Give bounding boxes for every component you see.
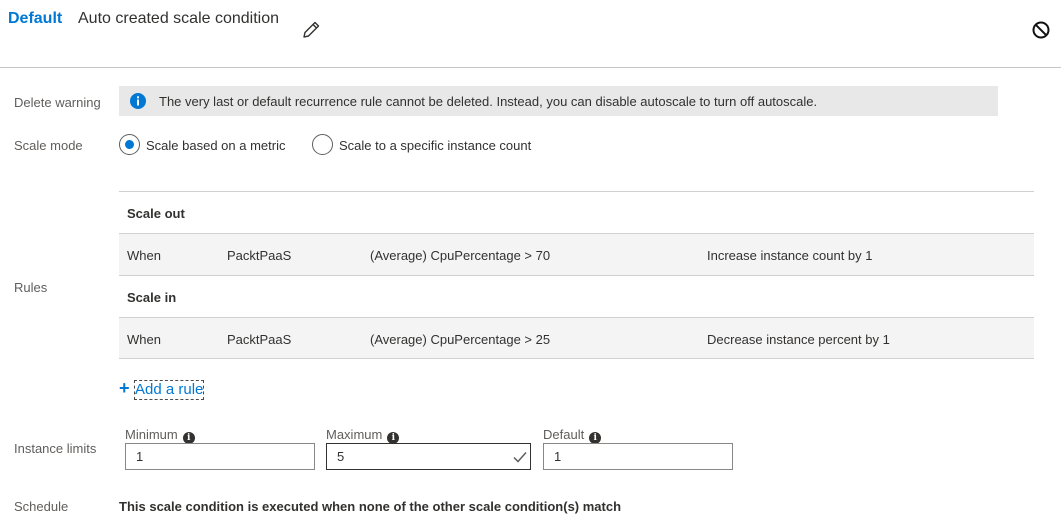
rule-resource: PacktPaaS <box>227 248 292 263</box>
scale-mode-option-label: Scale to a specific instance count <box>339 138 532 153</box>
circle-slash-icon[interactable] <box>1030 19 1052 41</box>
maximum-input[interactable] <box>326 443 531 470</box>
delete-warning-text: The very last or default recurrence rule… <box>159 94 818 109</box>
scale-condition-header: Default Auto created scale condition <box>0 0 1061 68</box>
scale-mode-instance-count-radio[interactable]: Scale to a specific instance count <box>312 133 562 157</box>
default-label: Default <box>543 427 585 442</box>
rule-row[interactable]: When PacktPaaS (Average) CpuPercentage >… <box>119 233 1034 275</box>
radio-unselected-icon <box>312 134 333 155</box>
rule-group-title: Scale out <box>127 206 185 221</box>
instance-limits-label: Instance limits <box>14 441 97 456</box>
default-input[interactable] <box>543 443 733 470</box>
rule-condition: (Average) CpuPercentage > 70 <box>370 248 551 263</box>
pencil-icon[interactable] <box>300 19 322 41</box>
minimum-input[interactable] <box>125 443 315 470</box>
rules-table: Scale out When PacktPaaS (Average) CpuPe… <box>119 191 1034 359</box>
rule-action: Decrease instance percent by 1 <box>707 332 890 347</box>
scale-mode-metric-radio[interactable]: Scale based on a metric <box>119 133 309 157</box>
rule-when: When <box>127 248 161 263</box>
delete-warning-banner: The very last or default recurrence rule… <box>119 86 998 116</box>
rule-condition: (Average) CpuPercentage > 25 <box>370 332 551 347</box>
rule-resource: PacktPaaS <box>227 332 292 347</box>
scale-mode-option-label: Scale based on a metric <box>146 138 286 153</box>
maximum-label: Maximum <box>326 427 383 442</box>
schedule-label: Schedule <box>14 499 69 514</box>
rule-group-header: Scale out <box>119 191 1034 233</box>
checkmark-icon <box>512 449 528 465</box>
info-icon <box>130 93 146 109</box>
rule-action: Increase instance count by 1 <box>707 248 873 263</box>
rule-group-header: Scale in <box>119 275 1034 317</box>
condition-name: Auto created scale condition <box>78 10 280 27</box>
plus-icon: + <box>119 378 130 398</box>
rules-label: Rules <box>14 280 48 295</box>
rule-row[interactable]: When PacktPaaS (Average) CpuPercentage >… <box>119 317 1034 359</box>
add-rule-label: Add a rule <box>134 380 205 400</box>
rule-when: When <box>127 332 161 347</box>
default-badge: Default <box>8 10 63 27</box>
scale-mode-label: Scale mode <box>14 138 83 153</box>
schedule-text: This scale condition is executed when no… <box>119 499 622 514</box>
radio-selected-icon <box>119 134 140 155</box>
minimum-label: Minimum <box>125 427 178 442</box>
rule-group-title: Scale in <box>127 290 177 305</box>
delete-warning-label: Delete warning <box>14 95 101 110</box>
